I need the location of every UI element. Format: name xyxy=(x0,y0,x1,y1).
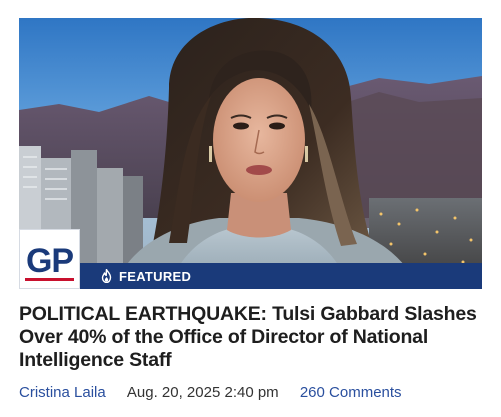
comments-link[interactable]: 260 Comments xyxy=(300,384,402,401)
news-photo xyxy=(19,18,482,289)
gp-logo[interactable]: GP xyxy=(19,229,80,289)
flame-icon xyxy=(100,268,113,284)
article-image[interactable] xyxy=(19,18,482,289)
publish-date: Aug. 20, 2025 2:40 pm xyxy=(126,384,279,401)
gp-logo-icon: GP xyxy=(25,242,74,281)
article-meta: Cristina Laila Aug. 20, 2025 2:40 pm 260… xyxy=(19,384,489,401)
featured-badge[interactable]: FEATURED xyxy=(80,263,482,289)
featured-label: FEATURED xyxy=(119,268,192,284)
svg-text:GP: GP xyxy=(26,242,73,280)
article-headline[interactable]: POLITICAL EARTHQUAKE: Tulsi Gabbard Slas… xyxy=(19,303,481,372)
author-link[interactable]: Cristina Laila xyxy=(19,384,106,401)
article-card[interactable]: GP FEATURED POLITICAL EARTHQUAKE: Tulsi … xyxy=(0,0,501,417)
